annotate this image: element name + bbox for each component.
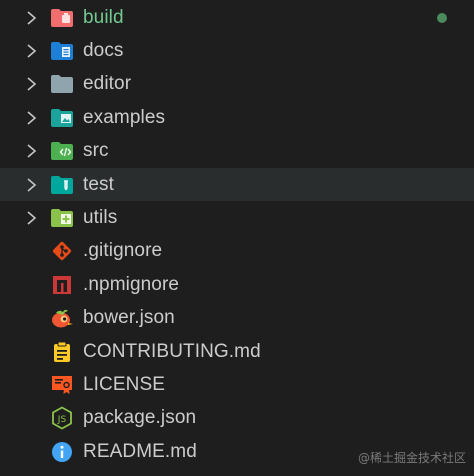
tree-item-label: examples (83, 106, 166, 128)
tree-item-package-json[interactable]: JS package.json (0, 402, 474, 435)
folder-icon (50, 72, 74, 96)
tree-item-label: docs (83, 40, 124, 62)
tree-item-bower-json[interactable]: bower.json (0, 302, 474, 335)
svg-text:JS: JS (57, 415, 67, 425)
test-folder-icon (50, 173, 74, 197)
tree-item-src[interactable]: src (0, 135, 474, 168)
tree-item-label: test (83, 173, 115, 195)
chevron-right-icon[interactable] (22, 108, 42, 128)
tree-item-build[interactable]: build (0, 1, 474, 34)
npm-icon (50, 273, 74, 297)
tree-item-label: editor (83, 73, 132, 95)
tree-item-contributing-md[interactable]: CONTRIBUTING.md (0, 335, 474, 368)
docs-folder-icon (50, 39, 74, 63)
tree-item-docs[interactable]: docs (0, 34, 474, 67)
contributing-icon (50, 340, 74, 364)
tree-item-label: .npmignore (83, 273, 180, 295)
tree-item-npmignore[interactable]: .npmignore (0, 268, 474, 301)
chevron-right-icon[interactable] (22, 175, 42, 195)
tree-item-license[interactable]: LICENSE (0, 368, 474, 401)
watermark: @稀土掘金技术社区 (357, 451, 466, 465)
tree-item-label: bower.json (83, 307, 175, 329)
tree-item-test[interactable]: test (0, 167, 474, 202)
file-explorer: build docs editor examples src test util… (0, 1, 474, 468)
info-icon (50, 440, 74, 464)
tree-item-label: README.md (83, 440, 197, 462)
tree-item-label: CONTRIBUTING.md (83, 340, 261, 362)
chevron-right-icon[interactable] (22, 208, 42, 228)
examples-folder-icon (50, 106, 74, 130)
chevron-right-icon[interactable] (22, 41, 42, 61)
tree-item-utils[interactable]: utils (0, 201, 474, 234)
tree-item-label: package.json (83, 407, 197, 429)
chevron-right-icon[interactable] (22, 8, 42, 28)
build-folder-icon (50, 6, 74, 30)
modified-status-dot (437, 12, 447, 23)
chevron-right-icon[interactable] (22, 141, 42, 161)
utils-folder-icon (50, 206, 74, 230)
src-folder-icon (50, 139, 74, 163)
git-icon (50, 239, 74, 263)
tree-item-label: utils (83, 207, 118, 229)
tree-item-label: .gitignore (83, 240, 163, 262)
license-icon (50, 373, 74, 397)
tree-item-examples[interactable]: examples (0, 101, 474, 134)
nodejs-icon: JS (50, 406, 74, 430)
tree-item-gitignore[interactable]: .gitignore (0, 235, 474, 268)
tree-item-label: build (83, 6, 124, 28)
tree-item-editor[interactable]: editor (0, 68, 474, 101)
tree-item-label: LICENSE (83, 373, 166, 395)
chevron-right-icon[interactable] (22, 74, 42, 94)
tree-item-label: src (83, 140, 109, 162)
bower-icon (50, 306, 74, 330)
